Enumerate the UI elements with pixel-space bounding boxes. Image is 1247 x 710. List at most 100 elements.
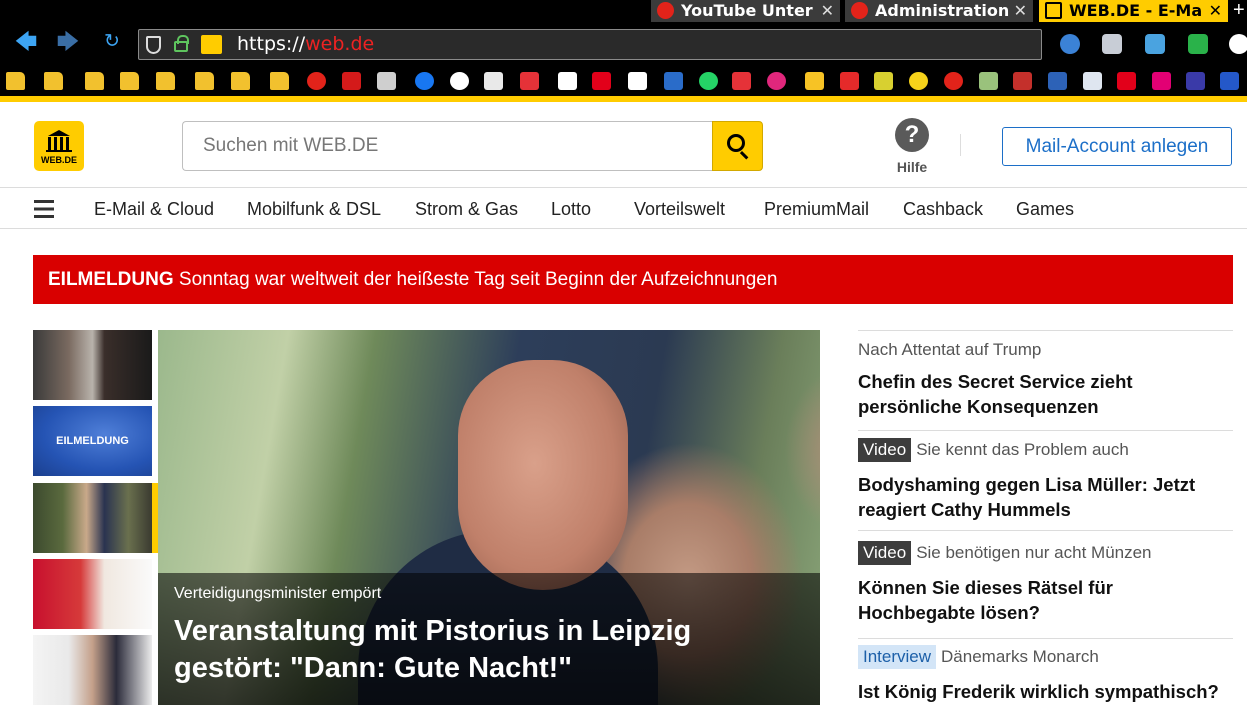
nav-item-strom-gas[interactable]: Strom & Gas (415, 189, 518, 229)
extension-cards-icon[interactable] (1145, 34, 1165, 54)
teaser-thumbnail[interactable] (33, 559, 152, 629)
nav-item-cashback[interactable]: Cashback (903, 189, 983, 229)
bookmark-ebay-icon[interactable] (520, 72, 539, 90)
teaser-thumbnail-selected[interactable] (33, 483, 152, 553)
back-arrow-icon[interactable]: 🡄 (13, 30, 39, 54)
new-tab-button[interactable]: + (1233, 0, 1245, 20)
article-headline[interactable]: Chefin des Secret Service zieht persönli… (858, 369, 1233, 419)
bookmark-fire-icon[interactable] (307, 72, 326, 90)
extension-n-icon[interactable] (1188, 34, 1208, 54)
article-headline[interactable]: Können Sie dieses Rätsel für Hochbegabte… (858, 575, 1233, 625)
main-nav: E-Mail & Cloud Mobilfunk & DSL Strom & G… (0, 189, 1247, 229)
article-teaser[interactable]: Video Sie kennt das Problem auch Bodysham… (858, 430, 1233, 530)
bookmark-news-icon[interactable] (484, 72, 503, 90)
bookmark-cb-icon[interactable] (1048, 72, 1067, 90)
bookmark-sparkasse-icon[interactable] (592, 72, 611, 90)
bookmark-c-icon[interactable] (1117, 72, 1136, 90)
nav-item-lotto[interactable]: Lotto (551, 189, 591, 229)
site-identity-icon[interactable] (201, 35, 222, 54)
bookmark-facebook-icon[interactable] (415, 72, 434, 90)
bookmark-smiley-icon[interactable] (909, 72, 928, 90)
nav-item-email-cloud[interactable]: E-Mail & Cloud (94, 189, 214, 229)
bookmark-whatsapp-icon[interactable] (699, 72, 718, 90)
tab-administration[interactable]: Administration ✕ (845, 0, 1033, 22)
search-button[interactable] (712, 121, 763, 171)
bookmark-ebay-icon[interactable] (732, 72, 751, 90)
forward-arrow-icon[interactable]: 🡆 (55, 30, 81, 54)
extension-google-icon[interactable] (1229, 34, 1247, 54)
logo-roof-icon (48, 130, 70, 136)
article-headline[interactable]: Ist König Frederik wirklich sympathisch? (858, 679, 1233, 704)
bookmark-folder-icon[interactable] (231, 72, 250, 90)
nav-item-mobilfunk-dsl[interactable]: Mobilfunk & DSL (247, 189, 381, 229)
url-scheme: https:// (237, 33, 306, 55)
tab-title: Administration (875, 1, 1010, 20)
bookmark-folder-icon[interactable] (120, 72, 139, 90)
shield-icon[interactable] (146, 36, 161, 54)
logo-columns-icon (48, 137, 70, 150)
bookmarks-bar (0, 67, 1247, 96)
tab-close-icon[interactable]: ✕ (821, 0, 834, 21)
browser-chrome: YouTube Unter ✕ Administration ✕ WEB.DE … (0, 0, 1247, 102)
hero-title[interactable]: Veranstaltung mit Pistorius in Leipzig g… (174, 613, 804, 687)
interview-badge: Interview (858, 645, 937, 669)
help-link[interactable]: ? Hilfe (890, 118, 934, 175)
tab-close-icon[interactable]: ✕ (1014, 0, 1027, 21)
bookmark-folder-icon[interactable] (44, 72, 63, 90)
bookmark-folder-icon[interactable] (6, 72, 25, 90)
bookmark-folder-icon[interactable] (156, 72, 175, 90)
bookmark-doc-icon[interactable] (1083, 72, 1102, 90)
teaser-thumbnail[interactable] (33, 635, 152, 705)
mail-account-button[interactable]: Mail-Account anlegen (1002, 127, 1232, 166)
tab-youtube[interactable]: YouTube Unter ✕ (651, 0, 840, 22)
tab-close-icon[interactable]: ✕ (1209, 0, 1222, 21)
extension-globe-icon[interactable] (1060, 34, 1080, 54)
bookmark-fire-icon[interactable] (944, 72, 963, 90)
bookmark-cloud-icon[interactable] (767, 72, 786, 90)
article-headline[interactable]: Bodyshaming gegen Lisa Müller: Jetzt rea… (858, 472, 1233, 522)
reload-icon[interactable]: ↻ (99, 30, 125, 54)
teaser-thumbnail-eilmeldung[interactable]: EILMELDUNG (33, 406, 152, 476)
bookmark-youtube-icon[interactable] (342, 72, 361, 90)
bookmark-red-icon[interactable] (840, 72, 859, 90)
hero-teaser[interactable]: Verteidigungsminister empört Veranstaltu… (158, 330, 820, 705)
hamburger-menu-icon[interactable] (34, 200, 54, 218)
breaking-news-banner[interactable]: EILMELDUNG Sonntag war weltweit der heiß… (33, 255, 1233, 304)
hero-photo-face (458, 360, 628, 590)
bookmark-folder-icon[interactable] (85, 72, 104, 90)
bookmark-telekom-icon[interactable] (1152, 72, 1171, 90)
tab-favicon-icon (851, 2, 868, 19)
nav-item-vorteilswelt[interactable]: Vorteilswelt (634, 189, 725, 229)
article-kicker: Dänemarks Monarch (941, 647, 1099, 666)
bookmark-monitor-icon[interactable] (664, 72, 683, 90)
bookmark-at-icon[interactable] (450, 72, 469, 90)
bookmark-landscape-icon[interactable] (979, 72, 998, 90)
extension-tool-icon[interactable] (1102, 34, 1122, 54)
bookmark-people-icon[interactable] (1186, 72, 1205, 90)
search-input[interactable] (182, 121, 713, 171)
article-teaser[interactable]: Interview Dänemarks Monarch Ist König Fre… (858, 638, 1233, 710)
tab-webde[interactable]: WEB.DE - E-Ma ✕ (1039, 0, 1228, 22)
url-host: web.de (305, 33, 375, 55)
url-text[interactable]: https://web.de (237, 32, 374, 57)
bookmark-info-icon[interactable] (1220, 72, 1239, 90)
article-teaser[interactable]: Nach Attentat auf Trump Chefin des Secre… (858, 330, 1233, 430)
video-badge: Video (858, 541, 912, 565)
webde-logo[interactable]: WEB.DE (34, 121, 84, 171)
bookmark-character-icon[interactable] (805, 72, 824, 90)
bookmark-face-icon[interactable] (874, 72, 893, 90)
bookmark-bz-icon[interactable] (377, 72, 396, 90)
breaking-label: EILMELDUNG (48, 269, 174, 290)
lock-icon[interactable] (174, 35, 189, 52)
bookmark-folder-icon[interactable] (195, 72, 214, 90)
nav-item-premiummail[interactable]: PremiumMail (764, 189, 869, 229)
bookmark-logo-icon[interactable] (1013, 72, 1032, 90)
teaser-thumbnail[interactable] (33, 330, 152, 400)
nav-item-games[interactable]: Games (1016, 189, 1074, 229)
article-teaser[interactable]: Video Sie benötigen nur acht Münzen Könne… (858, 530, 1233, 638)
bookmark-gh-icon[interactable] (628, 72, 647, 90)
bookmark-amazon-icon[interactable] (558, 72, 577, 90)
address-bar[interactable]: https://web.de (138, 29, 1042, 60)
bookmark-folder-icon[interactable] (270, 72, 289, 90)
site-header: WEB.DE ? Hilfe Mail-Account anlegen (0, 102, 1247, 188)
